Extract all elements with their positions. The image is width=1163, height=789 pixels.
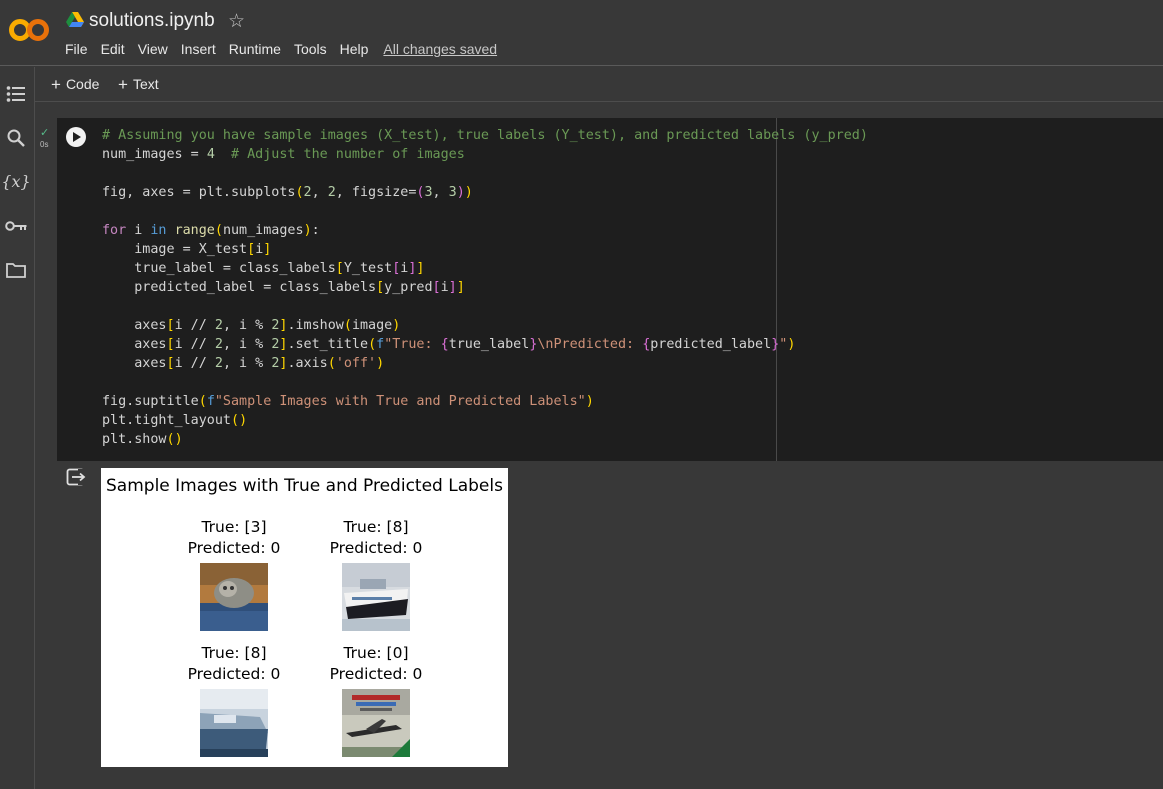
- menu-view[interactable]: View: [138, 41, 168, 57]
- code-line-6: for i in range(num_images):: [102, 223, 320, 238]
- execution-success-icon: ✓: [40, 127, 50, 139]
- subplot-image-airplane: [342, 689, 410, 757]
- search-icon[interactable]: [4, 127, 28, 149]
- true-label: True: [8]: [201, 644, 267, 662]
- star-icon[interactable]: ☆: [228, 10, 245, 33]
- code-line-15: fig.suptitle(f"Sample Images with True a…: [102, 394, 594, 409]
- code-line-2: num_images = 4 # Adjust the number of im…: [102, 147, 465, 162]
- menu-tools[interactable]: Tools: [294, 41, 327, 57]
- code-line-11: axes[i // 2, i % 2].imshow(image): [102, 318, 401, 333]
- true-label: True: [3]: [201, 518, 267, 536]
- run-cell-button[interactable]: [66, 127, 86, 147]
- output-actions-icon[interactable]: [66, 467, 86, 487]
- subplot-image-ship: [342, 563, 410, 631]
- files-folder-icon[interactable]: [4, 259, 28, 281]
- menu-runtime[interactable]: Runtime: [229, 41, 281, 57]
- secrets-key-icon[interactable]: [4, 215, 28, 237]
- colab-logo[interactable]: [8, 14, 50, 46]
- subplot-title-1: True: [3] Predicted: 0: [174, 517, 294, 559]
- subplot-image-ship: [200, 689, 268, 757]
- add-text-button[interactable]: + Text: [118, 75, 159, 95]
- figure-suptitle: Sample Images with True and Predicted La…: [106, 476, 503, 496]
- variables-icon[interactable]: {x}: [1, 170, 30, 192]
- code-line-12: axes[i // 2, i % 2].set_title(f"True: {t…: [102, 337, 796, 352]
- save-status[interactable]: All changes saved: [383, 41, 497, 57]
- menu-bar: File Edit View Insert Runtime Tools Help…: [65, 41, 510, 57]
- code-line-1: # Assuming you have sample images (X_tes…: [102, 128, 868, 143]
- code-editor[interactable]: # Assuming you have sample images (X_tes…: [102, 126, 868, 449]
- notebook-toolbar: + Code + Text: [35, 67, 1163, 102]
- code-line-7: image = X_test[i]: [102, 242, 272, 257]
- cell-output-figure: Sample Images with True and Predicted La…: [101, 468, 508, 767]
- code-line-13: axes[i // 2, i % 2].axis('off'): [102, 356, 385, 371]
- google-drive-icon[interactable]: [66, 12, 84, 28]
- plus-icon: +: [51, 75, 61, 94]
- code-line-16: plt.tight_layout(): [102, 413, 248, 428]
- menu-insert[interactable]: Insert: [181, 41, 216, 57]
- subplot-title-2: True: [8] Predicted: 0: [316, 517, 436, 559]
- add-code-label: Code: [65, 76, 100, 92]
- true-label: True: [8]: [343, 518, 409, 536]
- notebook-title[interactable]: solutions.ipynb: [89, 10, 215, 32]
- code-line-17: plt.show(): [102, 432, 183, 447]
- code-line-8: true_label = class_labels[Y_test[i]]: [102, 261, 425, 276]
- true-label: True: [0]: [343, 644, 409, 662]
- subplot-title-4: True: [0] Predicted: 0: [316, 643, 436, 685]
- left-sidebar: {x}: [0, 67, 35, 789]
- add-text-label: Text: [132, 76, 159, 92]
- menu-help[interactable]: Help: [340, 41, 369, 57]
- execution-time: 0s: [40, 140, 49, 149]
- header: solutions.ipynb ☆ File Edit View Insert …: [0, 0, 1163, 66]
- add-code-button[interactable]: + Code: [51, 75, 99, 95]
- menu-edit[interactable]: Edit: [101, 41, 125, 57]
- predicted-label: Predicted: 0: [329, 665, 423, 683]
- plus-icon: +: [118, 75, 128, 94]
- code-line-9: predicted_label = class_labels[y_pred[i]…: [102, 280, 465, 295]
- subplot-image-cat: [200, 563, 268, 631]
- predicted-label: Predicted: 0: [187, 539, 281, 557]
- table-of-contents-icon[interactable]: [4, 83, 28, 105]
- subplot-title-3: True: [8] Predicted: 0: [174, 643, 294, 685]
- menu-file[interactable]: File: [65, 41, 88, 57]
- predicted-label: Predicted: 0: [187, 665, 281, 683]
- code-cell[interactable]: # Assuming you have sample images (X_tes…: [57, 118, 1163, 461]
- predicted-label: Predicted: 0: [329, 539, 423, 557]
- code-line-4: fig, axes = plt.subplots(2, 2, figsize=(…: [102, 185, 473, 200]
